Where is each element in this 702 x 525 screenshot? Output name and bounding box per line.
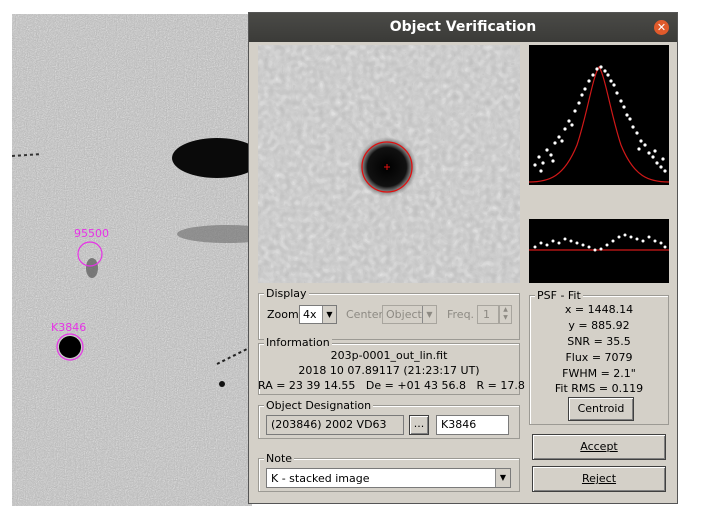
psf-snr: SNR = 35.5 [567, 335, 631, 348]
background-astro-image: 95500 K3846 [12, 14, 252, 506]
freq-label: Freq. [447, 308, 475, 321]
info-coords: RA = 23 39 14.55 De = +01 43 56.8 R = 17… [258, 379, 525, 392]
object-verification-dialog: Object Verification ✕ Display Zoom 4x ▼ … [248, 12, 678, 504]
object-code-field[interactable]: K3846 [436, 415, 509, 435]
psf-profile-plot [529, 45, 669, 185]
zoom-label: Zoom [267, 308, 299, 321]
psf-y: y = 885.92 [568, 319, 630, 332]
zoom-select[interactable]: 4x ▼ [299, 305, 337, 324]
dialog-title: Object Verification [389, 19, 537, 35]
note-select[interactable]: K - stacked image ▼ [266, 468, 511, 488]
residual-plot [529, 219, 669, 283]
centroid-button[interactable]: Centroid [568, 397, 634, 421]
accept-button[interactable]: Accept [532, 434, 666, 460]
note-legend: Note [264, 452, 295, 465]
psf-fwhm: FWHM = 2.1" [562, 367, 636, 380]
center-select[interactable]: Object ▼ [382, 305, 437, 324]
info-datetime: 2018 10 07.89117 (21:23:17 UT) [298, 364, 480, 377]
browse-button[interactable]: ... [409, 415, 429, 435]
psf-x: x = 1448.14 [564, 303, 634, 316]
chevron-down-icon[interactable]: ▼ [495, 469, 510, 487]
chevron-down-icon[interactable]: ▼ [322, 306, 336, 323]
zoomed-object-image[interactable] [258, 45, 520, 283]
reject-button[interactable]: Reject [532, 466, 666, 492]
freq-spinner[interactable]: ▲ ▼ [499, 305, 512, 324]
psf-legend: PSF - Fit [535, 289, 583, 302]
label-k3846: K3846 [51, 321, 86, 334]
designation-field[interactable]: (203846) 2002 VD63 [266, 415, 404, 435]
freq-input[interactable]: 1 [477, 305, 499, 324]
psf-rms: Fit RMS = 0.119 [554, 382, 644, 395]
info-filename: 203p-0001_out_lin.fit [330, 349, 448, 362]
center-label: Center [346, 308, 384, 321]
close-icon[interactable]: ✕ [654, 20, 669, 35]
title-bar[interactable]: Object Verification [249, 13, 677, 42]
information-legend: Information [264, 336, 332, 349]
label-95500: 95500 [74, 227, 109, 240]
psf-flux: Flux = 7079 [565, 351, 633, 364]
display-legend: Display [264, 287, 309, 300]
chevron-down-icon[interactable]: ▼ [422, 306, 436, 323]
designation-legend: Object Designation [264, 399, 374, 412]
